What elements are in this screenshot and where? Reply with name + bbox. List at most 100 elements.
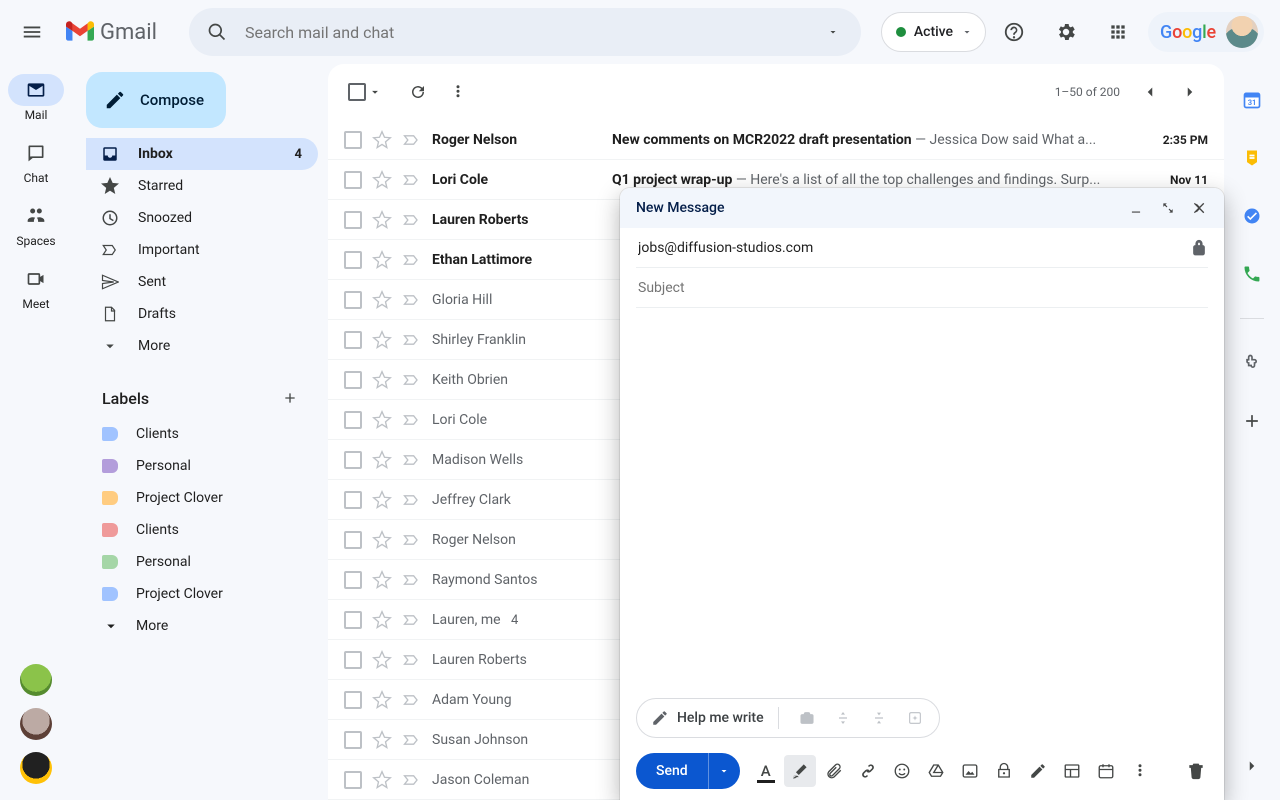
google-account-chip[interactable]: Google (1148, 12, 1264, 52)
star-icon[interactable] (372, 330, 392, 350)
row-checkbox[interactable] (344, 731, 362, 749)
contact-avatar[interactable] (20, 664, 52, 696)
page-prev-button[interactable] (1132, 74, 1168, 110)
compose-fullscreen-button[interactable] (1152, 192, 1184, 224)
important-icon[interactable] (402, 770, 422, 790)
gmail-logo[interactable]: Gmail (66, 20, 157, 45)
hmw-formalize-button[interactable] (793, 704, 821, 732)
important-icon[interactable] (402, 530, 422, 550)
important-icon[interactable] (402, 610, 422, 630)
row-checkbox[interactable] (344, 571, 362, 589)
search-button[interactable] (197, 8, 237, 56)
label-more[interactable]: More (86, 610, 184, 642)
settings-button[interactable] (1042, 8, 1090, 56)
contact-avatar[interactable] (20, 708, 52, 740)
important-icon[interactable] (402, 330, 422, 350)
send-options-button[interactable] (708, 753, 740, 789)
star-icon[interactable] (372, 730, 392, 750)
confidential-button[interactable] (988, 755, 1020, 787)
row-checkbox[interactable] (344, 771, 362, 789)
row-checkbox[interactable] (344, 251, 362, 269)
schedule-button[interactable] (1090, 755, 1122, 787)
row-checkbox[interactable] (344, 451, 362, 469)
important-icon[interactable] (402, 690, 422, 710)
compose-subject-input[interactable] (636, 279, 1208, 297)
star-icon[interactable] (372, 410, 392, 430)
font-color-button[interactable]: A (750, 755, 782, 787)
discard-draft-button[interactable] (1180, 755, 1212, 787)
hmw-draft-button[interactable] (901, 704, 929, 732)
link-button[interactable] (852, 755, 884, 787)
important-icon[interactable] (402, 290, 422, 310)
important-icon[interactable] (402, 250, 422, 270)
compose-body[interactable] (620, 308, 1224, 698)
compose-minimize-button[interactable] (1120, 192, 1152, 224)
signature-button[interactable] (1022, 755, 1054, 787)
important-icon[interactable] (402, 210, 422, 230)
row-checkbox[interactable] (344, 491, 362, 509)
rail-meet[interactable]: Meet (4, 259, 68, 312)
contact-avatar[interactable] (20, 752, 52, 784)
label-clients[interactable]: Clients (86, 514, 195, 546)
label-project-clover[interactable]: Project Clover (86, 578, 239, 610)
nav-drafts[interactable]: Drafts (86, 298, 318, 330)
star-icon[interactable] (372, 250, 392, 270)
important-icon[interactable] (402, 410, 422, 430)
status-chip[interactable]: Active (881, 12, 986, 52)
star-icon[interactable] (372, 690, 392, 710)
rail-mail[interactable]: Mail (4, 70, 68, 123)
row-checkbox[interactable] (344, 131, 362, 149)
hmw-elaborate-button[interactable] (829, 704, 857, 732)
image-button[interactable] (954, 755, 986, 787)
emoji-button[interactable] (886, 755, 918, 787)
nav-inbox[interactable]: Inbox 4 (86, 138, 318, 170)
page-next-button[interactable] (1172, 74, 1208, 110)
add-addon-button[interactable] (1234, 403, 1270, 439)
hmw-shorten-button[interactable] (865, 704, 893, 732)
main-menu-button[interactable] (8, 8, 56, 56)
important-icon[interactable] (402, 650, 422, 670)
refresh-button[interactable] (400, 74, 436, 110)
star-icon[interactable] (372, 290, 392, 310)
compose-more-button[interactable] (1124, 755, 1156, 787)
label-clients[interactable]: Clients (86, 418, 195, 450)
nav-more[interactable]: More (86, 330, 318, 362)
important-icon[interactable] (402, 730, 422, 750)
compose-button[interactable]: Compose (86, 72, 226, 128)
row-checkbox[interactable] (344, 411, 362, 429)
row-checkbox[interactable] (344, 531, 362, 549)
label-personal[interactable]: Personal (86, 450, 207, 482)
select-all[interactable] (344, 79, 386, 105)
star-icon[interactable] (372, 210, 392, 230)
row-checkbox[interactable] (344, 211, 362, 229)
compose-to-input[interactable] (636, 239, 1208, 257)
add-label-button[interactable] (276, 384, 304, 412)
row-checkbox[interactable] (344, 331, 362, 349)
row-checkbox[interactable] (344, 691, 362, 709)
nav-starred[interactable]: Starred (86, 170, 318, 202)
collapse-sidepanel-button[interactable] (1234, 748, 1270, 784)
contacts-addon[interactable] (1234, 256, 1270, 292)
rail-spaces[interactable]: Spaces (4, 196, 68, 249)
search-options-button[interactable] (813, 8, 853, 56)
star-icon[interactable] (372, 130, 392, 150)
hmw-label[interactable]: Help me write (677, 710, 764, 726)
star-icon[interactable] (372, 170, 392, 190)
star-icon[interactable] (372, 370, 392, 390)
important-icon[interactable] (402, 570, 422, 590)
label-personal[interactable]: Personal (86, 546, 207, 578)
keep-addon[interactable] (1234, 140, 1270, 176)
row-checkbox[interactable] (344, 651, 362, 669)
formatting-button[interactable] (784, 755, 816, 787)
tasks-addon[interactable] (1234, 198, 1270, 234)
important-icon[interactable] (402, 370, 422, 390)
important-icon[interactable] (402, 450, 422, 470)
star-icon[interactable] (372, 490, 392, 510)
star-icon[interactable] (372, 530, 392, 550)
profile-avatar[interactable] (1226, 16, 1258, 48)
star-icon[interactable] (372, 570, 392, 590)
calendar-addon[interactable]: 31 (1234, 82, 1270, 118)
drive-button[interactable] (920, 755, 952, 787)
template-button[interactable] (1056, 755, 1088, 787)
search-input[interactable] (237, 23, 813, 42)
